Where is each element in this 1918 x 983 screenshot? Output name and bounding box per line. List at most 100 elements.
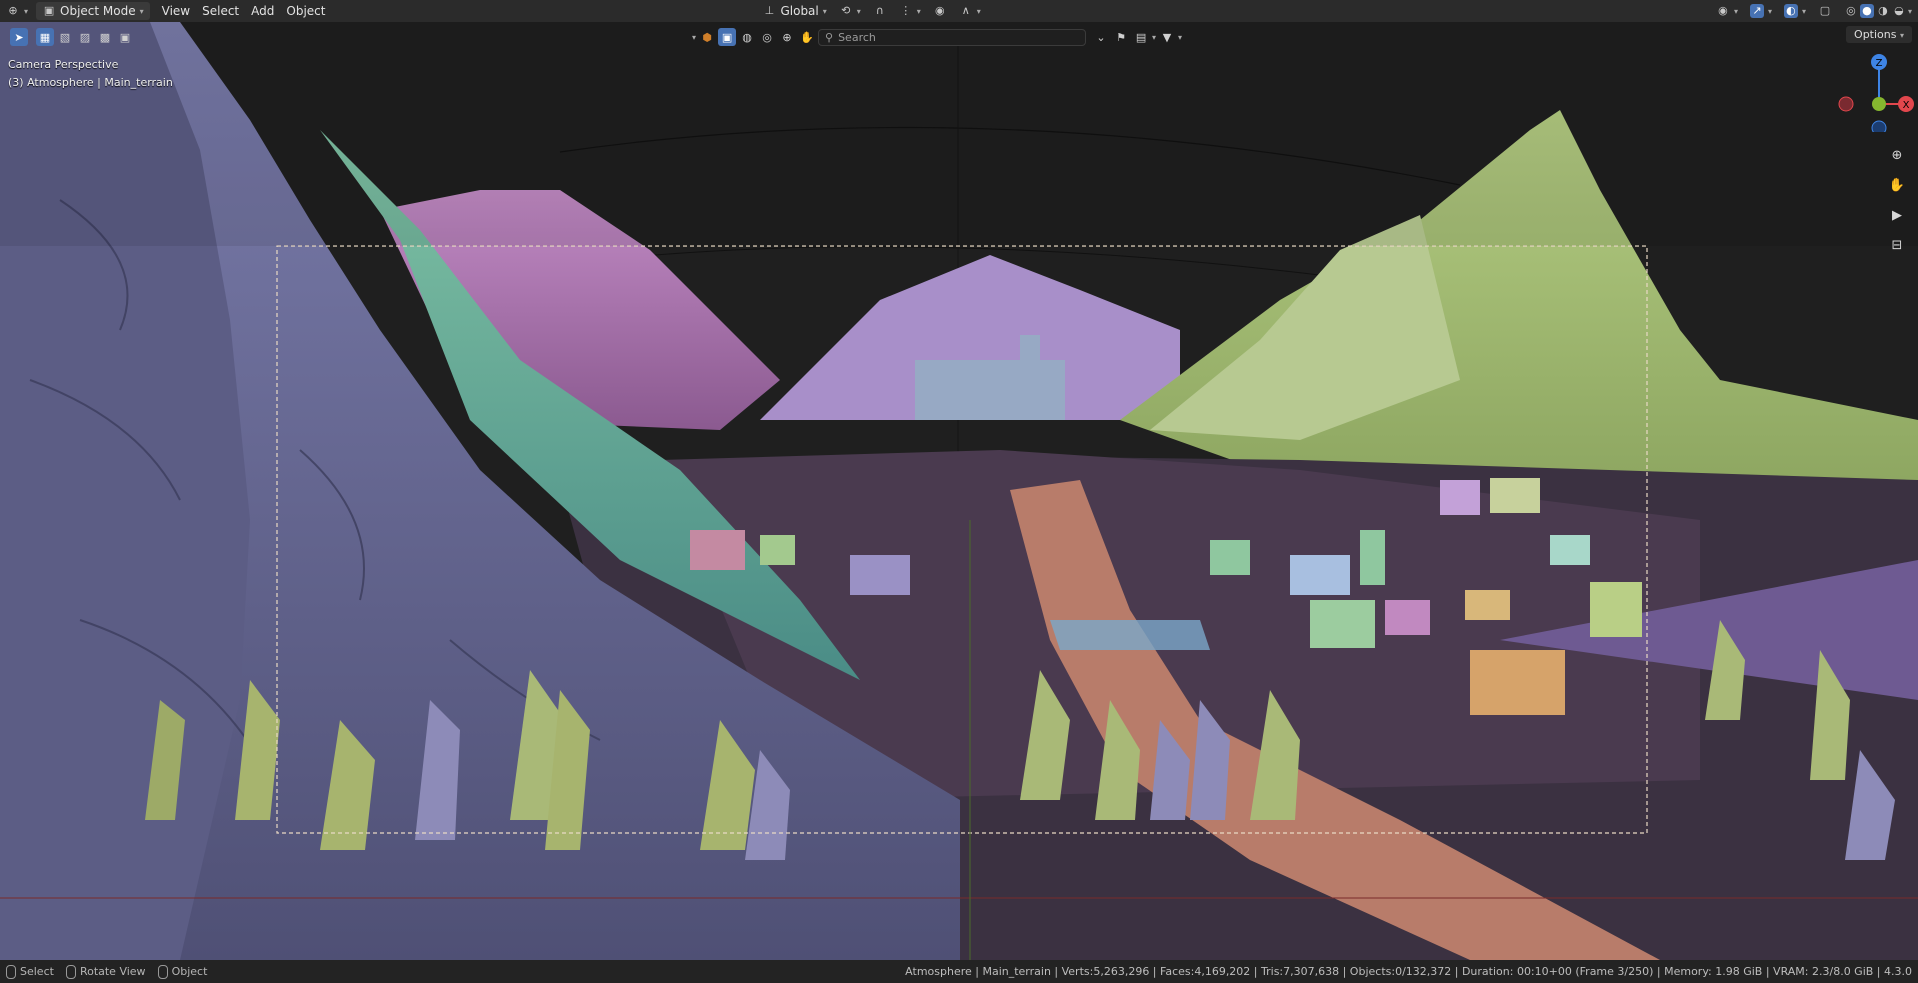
menu-view[interactable]: View bbox=[156, 2, 196, 20]
chevron-down-icon: ▾ bbox=[856, 6, 861, 16]
gizmo-neg-z-axis[interactable] bbox=[1871, 120, 1887, 132]
snap-target-dropdown[interactable]: ⋮ ▾ bbox=[893, 2, 927, 20]
material-shading-icon: ◑ bbox=[1878, 4, 1888, 17]
search-icon: ⚲ bbox=[825, 30, 834, 44]
mouse-left-icon bbox=[6, 964, 16, 979]
scene-statistics: Atmosphere | Main_terrain | Verts:5,263,… bbox=[905, 965, 1912, 978]
world-icon: ◎ bbox=[762, 30, 772, 44]
search-placeholder: Search bbox=[838, 30, 876, 44]
filter-dropdown[interactable]: ⌄ bbox=[1092, 28, 1110, 46]
orientation-label: Global bbox=[780, 4, 819, 18]
transform-orientation-dropdown[interactable]: ⊥ Global ▾ bbox=[756, 2, 832, 20]
mouse-right-icon bbox=[157, 964, 168, 979]
camera-view-button[interactable]: ▶ bbox=[1886, 204, 1908, 226]
gizmo-z-label: Z bbox=[1876, 58, 1883, 69]
proportional-falloff-dropdown[interactable]: ∧ ▾ bbox=[953, 2, 987, 20]
xray-icon: ▢ bbox=[1819, 4, 1831, 17]
menu-select[interactable]: Select bbox=[196, 2, 245, 20]
chevron-down-icon: ▾ bbox=[1907, 6, 1912, 16]
pivot-point-dropdown[interactable]: ⟲ ▾ bbox=[833, 2, 867, 20]
chevron-down-icon: ⌄ bbox=[1096, 30, 1106, 44]
select-new-button[interactable]: ▦ bbox=[36, 28, 54, 46]
gizmo-neg-x-axis[interactable] bbox=[1838, 96, 1854, 112]
color-cube-icon: ⬢ bbox=[702, 30, 712, 44]
bookmark-icon: ⚑ bbox=[1116, 30, 1126, 44]
lock-camera-button[interactable]: ⊟ bbox=[1886, 234, 1908, 256]
status-bar: Select Rotate View Object Atmosphere | M… bbox=[0, 960, 1918, 983]
editor-type-button[interactable]: ⊕ ▾ bbox=[0, 2, 34, 20]
chevron-down-icon: ▾ bbox=[1801, 6, 1806, 16]
active-object-info: (3) Atmosphere | Main_terrain bbox=[8, 76, 173, 89]
funnel-icon: ▼ bbox=[1162, 30, 1172, 44]
filter-toggle-3[interactable]: ◎ bbox=[758, 28, 776, 46]
orientation-axes-icon: ⊥ bbox=[764, 4, 775, 17]
display-mode-button[interactable]: ▤ bbox=[1132, 28, 1150, 46]
chevron-down-icon: ▾ bbox=[1178, 32, 1183, 42]
xray-toggle[interactable]: ▢ bbox=[1812, 2, 1838, 20]
viewport-header: ⊕ ▾ ▣ Object Mode ▾ View Select Add Objec… bbox=[0, 0, 1918, 22]
snap-toggle[interactable]: ∩ bbox=[867, 2, 893, 20]
select-tool-button[interactable]: ➤ bbox=[10, 28, 28, 46]
filter-toggle-2[interactable]: ◍ bbox=[738, 28, 756, 46]
hint-object: Object bbox=[157, 964, 208, 979]
magnifier-icon: ⊕ bbox=[1891, 147, 1903, 163]
proportional-edit-toggle[interactable]: ◉ bbox=[927, 2, 953, 20]
proportional-icon: ◉ bbox=[934, 4, 945, 17]
filter-toggle-5[interactable]: ✋ bbox=[798, 28, 816, 46]
layout-icon: ▤ bbox=[1135, 30, 1147, 44]
chevron-down-icon: ▾ bbox=[24, 6, 29, 16]
navigation-gizmo[interactable]: Z X bbox=[1828, 52, 1918, 132]
select-intersect-button[interactable]: ▣ bbox=[116, 28, 134, 46]
tool-settings: ➤ ▦ ▧ ▨ ▩ ▣ bbox=[10, 27, 134, 47]
select-invert-button[interactable]: ▩ bbox=[96, 28, 114, 46]
select-box-filter-button[interactable]: ▣ bbox=[718, 28, 737, 46]
hint-select-label: Select bbox=[20, 965, 54, 978]
solid-shading-icon: ● bbox=[1859, 4, 1874, 18]
pan-button[interactable]: ✋ bbox=[1886, 174, 1908, 196]
mode-selector[interactable]: ▣ Object Mode ▾ bbox=[36, 2, 150, 20]
hint-rotate-label: Rotate View bbox=[79, 965, 146, 978]
hint-select: Select bbox=[6, 964, 54, 979]
options-label: Options bbox=[1854, 28, 1897, 41]
chevron-down-icon: ▾ bbox=[916, 6, 921, 16]
hint-object-label: Object bbox=[171, 965, 208, 978]
snap-increment-icon: ⋮ bbox=[900, 4, 912, 17]
overlays-icon: ◐ bbox=[1783, 4, 1798, 18]
filter-toggle-4[interactable]: ⊕ bbox=[778, 28, 796, 46]
scene-render bbox=[0, 22, 1918, 960]
chevron-down-icon: ▾ bbox=[692, 32, 697, 42]
menu-add[interactable]: Add bbox=[245, 2, 280, 20]
camera-icon: ▶ bbox=[1892, 207, 1902, 223]
cursor-icon: ➤ bbox=[14, 30, 24, 44]
select-new-icon: ▦ bbox=[39, 30, 51, 44]
chevron-down-icon: ▾ bbox=[976, 6, 981, 16]
select-invert-icon: ▩ bbox=[99, 30, 111, 44]
viewport-3d[interactable]: ➤ ▦ ▧ ▨ ▩ ▣ ▾ ⬢ ▣ ◍ ◎ ⊕ ✋ ⚲ Search ⌄ ⚑ ▤… bbox=[0, 22, 1918, 960]
globe-icon: ⊕ bbox=[782, 30, 792, 44]
menu-object[interactable]: Object bbox=[280, 2, 331, 20]
sphere-icon: ◍ bbox=[742, 30, 752, 44]
hand-icon: ✋ bbox=[800, 30, 814, 44]
chevron-down-icon: ▾ bbox=[1899, 31, 1904, 40]
select-extend-button[interactable]: ▧ bbox=[56, 28, 74, 46]
overlays-toggle[interactable]: ◐ ▾ bbox=[1778, 2, 1812, 20]
search-input[interactable]: ⚲ Search bbox=[818, 28, 1087, 46]
select-box-icon: ▣ bbox=[721, 30, 733, 44]
scene-stats-button[interactable]: ⬢ bbox=[698, 28, 716, 46]
eye-icon: ◉ bbox=[1718, 4, 1728, 17]
filter-button[interactable]: ▼ bbox=[1158, 28, 1176, 46]
gizmo-y-axis[interactable] bbox=[1872, 97, 1886, 111]
select-extend-icon: ▧ bbox=[59, 30, 71, 44]
visibility-dropdown[interactable]: ◉ ▾ bbox=[1710, 2, 1744, 20]
options-dropdown[interactable]: Options ▾ bbox=[1846, 26, 1912, 43]
bookmark-button[interactable]: ⚑ bbox=[1112, 28, 1130, 46]
view3d-editor-icon: ⊕ bbox=[8, 4, 18, 17]
chevron-down-icon: ▾ bbox=[139, 6, 144, 16]
object-mode-icon: ▣ bbox=[43, 4, 55, 17]
hand-icon: ✋ bbox=[1888, 177, 1906, 193]
shading-modes[interactable]: ◎ ● ◑ ◒ ▾ bbox=[1838, 2, 1918, 20]
zoom-button[interactable]: ⊕ bbox=[1886, 144, 1908, 166]
hint-rotate: Rotate View bbox=[65, 964, 146, 979]
select-subtract-button[interactable]: ▨ bbox=[76, 28, 94, 46]
gizmo-toggle[interactable]: ↗ ▾ bbox=[1744, 2, 1778, 20]
